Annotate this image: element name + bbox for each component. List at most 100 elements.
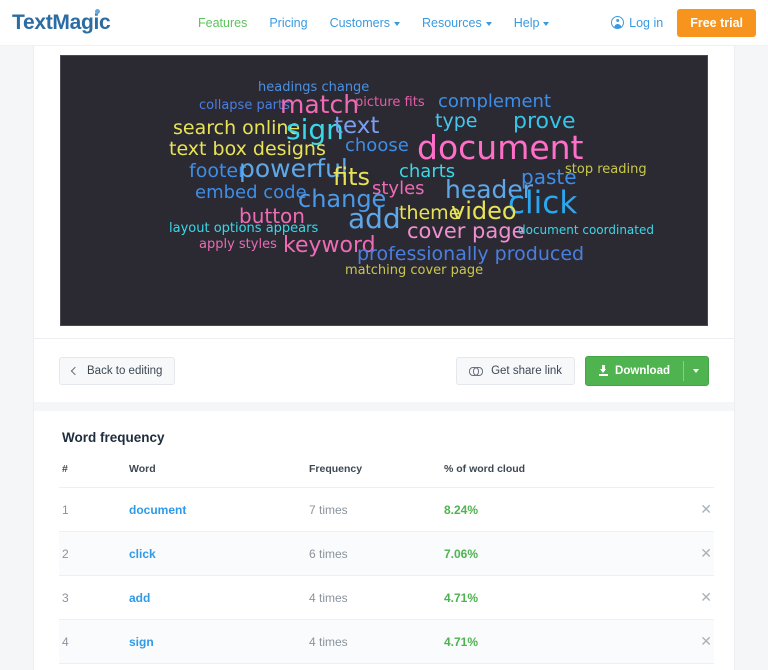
close-icon[interactable]: ✕ <box>698 545 714 562</box>
cloud-word[interactable]: footer <box>189 162 246 181</box>
cloud-word[interactable]: powerful <box>239 156 348 181</box>
row-remove-cell: ✕ <box>674 532 714 576</box>
primary-nav: Features Pricing Customers Resources Help <box>198 16 549 30</box>
column-header-frequency: Frequency <box>309 463 444 488</box>
row-frequency: 4 times <box>309 620 444 664</box>
download-label: Download <box>615 365 670 377</box>
row-percent-value: 4.71% <box>444 591 478 605</box>
row-word-cell: sign <box>129 620 309 664</box>
close-icon[interactable]: ✕ <box>698 501 714 518</box>
cloud-toolbar: Back to editing Get share link Download <box>34 339 734 402</box>
download-dropdown-toggle[interactable] <box>683 361 708 381</box>
cloud-word[interactable]: stop reading <box>565 163 647 176</box>
nav-link-label: Customers <box>330 16 390 30</box>
nav-link-label: Pricing <box>269 16 307 30</box>
table-row: 3add4 times4.71%✕ <box>59 576 714 620</box>
row-remove-cell: ✕ <box>674 664 714 670</box>
cloud-word[interactable]: search online <box>173 119 300 138</box>
word-frequency-section: Word frequency # Word Frequency % of wor… <box>34 411 734 670</box>
nav-link-customers[interactable]: Customers <box>330 16 400 30</box>
table-header-row: # Word Frequency % of word cloud <box>59 463 714 488</box>
nav-link-label: Resources <box>422 16 482 30</box>
table-row: 2click 6 times7.06% ✕ <box>59 532 714 576</box>
caret-down-icon <box>394 22 400 26</box>
nav-link-resources[interactable]: Resources <box>422 16 492 30</box>
row-word-cell: document <box>129 488 309 532</box>
nav-right-actions: Log in Free trial <box>611 9 756 37</box>
table-row: 5video4 times4.71%✕ <box>59 664 714 670</box>
close-icon[interactable]: ✕ <box>698 589 714 606</box>
cloud-word[interactable]: professionally produced <box>357 245 584 264</box>
cloud-word[interactable]: choose <box>345 137 409 155</box>
row-percent-cell: 4.71% <box>444 576 674 620</box>
right-gutter <box>735 46 768 670</box>
column-header-word: Word <box>129 463 309 488</box>
cloud-word[interactable]: add <box>348 205 401 233</box>
row-word-cell: add <box>129 576 309 620</box>
cloud-word[interactable]: collapse parts <box>199 99 290 112</box>
cloud-word[interactable]: styles <box>372 180 425 198</box>
cloud-word[interactable]: document <box>417 131 584 164</box>
row-percent-value: 8.24% <box>444 503 478 517</box>
nav-link-label: Help <box>514 16 540 30</box>
page-body: headings changecollapse partsmatchpictur… <box>0 46 768 670</box>
login-link[interactable]: Log in <box>611 16 663 30</box>
word-link[interactable]: sign <box>129 635 154 649</box>
login-label: Log in <box>629 16 663 30</box>
row-frequency: 4 times <box>309 576 444 620</box>
row-remove-cell: ✕ <box>674 620 714 664</box>
row-index: 1 <box>59 488 129 532</box>
row-percent-value: 7.06% <box>444 547 478 561</box>
brand-logo[interactable]: TextMagic <box>12 12 110 33</box>
row-remove-cell: ✕ <box>674 576 714 620</box>
table-row: 1document7 times8.24%✕ <box>59 488 714 532</box>
cloud-word[interactable]: document coordinated <box>518 224 654 236</box>
download-icon <box>599 365 608 376</box>
word-cloud-section: headings changecollapse partsmatchpictur… <box>34 46 734 338</box>
content-card: headings changecollapse partsmatchpictur… <box>33 46 735 670</box>
get-share-link-button[interactable]: Get share link <box>456 357 575 385</box>
row-index: 2 <box>59 532 129 576</box>
table-row: 4sign 4 times4.71% ✕ <box>59 620 714 664</box>
back-to-editing-button[interactable]: Back to editing <box>59 357 175 385</box>
word-link[interactable]: click <box>129 547 156 561</box>
row-percent-cell: 7.06% <box>444 532 674 576</box>
column-header-index: # <box>59 463 129 488</box>
free-trial-button[interactable]: Free trial <box>677 9 756 37</box>
nav-link-pricing[interactable]: Pricing <box>269 16 307 30</box>
get-share-link-label: Get share link <box>491 365 562 377</box>
column-header-percent: % of word cloud <box>444 463 674 488</box>
cloud-word[interactable]: apply styles <box>199 238 277 251</box>
user-circle-icon <box>611 16 624 29</box>
close-icon[interactable]: ✕ <box>698 633 714 650</box>
row-remove-cell: ✕ <box>674 488 714 532</box>
download-button[interactable]: Download <box>586 357 683 385</box>
download-button-group: Download <box>585 356 709 386</box>
row-index: 4 <box>59 620 129 664</box>
word-link[interactable]: document <box>129 503 186 517</box>
row-percent-cell: 4.71% <box>444 620 674 664</box>
cloud-word[interactable]: embed code <box>195 184 307 202</box>
cloud-word[interactable]: click <box>508 188 577 219</box>
word-cloud-canvas[interactable]: headings changecollapse partsmatchpictur… <box>60 55 708 326</box>
section-gap <box>34 402 734 411</box>
cloud-word[interactable]: cover page <box>407 221 525 242</box>
word-link[interactable]: add <box>129 591 150 605</box>
cloud-word[interactable]: matching cover page <box>345 264 483 277</box>
row-frequency: 4 times <box>309 664 444 670</box>
caret-down-icon <box>543 22 549 26</box>
row-percent-cell: 4.71% <box>444 664 674 670</box>
top-navbar: TextMagic Features Pricing Customers Resour… <box>0 0 768 46</box>
nav-link-features[interactable]: Features <box>198 16 247 30</box>
nav-link-help[interactable]: Help <box>514 16 550 30</box>
row-word-cell: video <box>129 664 309 670</box>
caret-down-icon <box>693 369 699 373</box>
back-to-editing-label: Back to editing <box>87 365 162 377</box>
link-icon <box>469 367 483 375</box>
row-index: 5 <box>59 664 129 670</box>
chevron-left-icon <box>71 366 79 374</box>
cloud-word[interactable]: picture fits <box>355 96 425 109</box>
row-frequency: 6 times <box>309 532 444 576</box>
toolbar-right-group: Get share link Download <box>456 356 709 386</box>
caret-down-icon <box>486 22 492 26</box>
